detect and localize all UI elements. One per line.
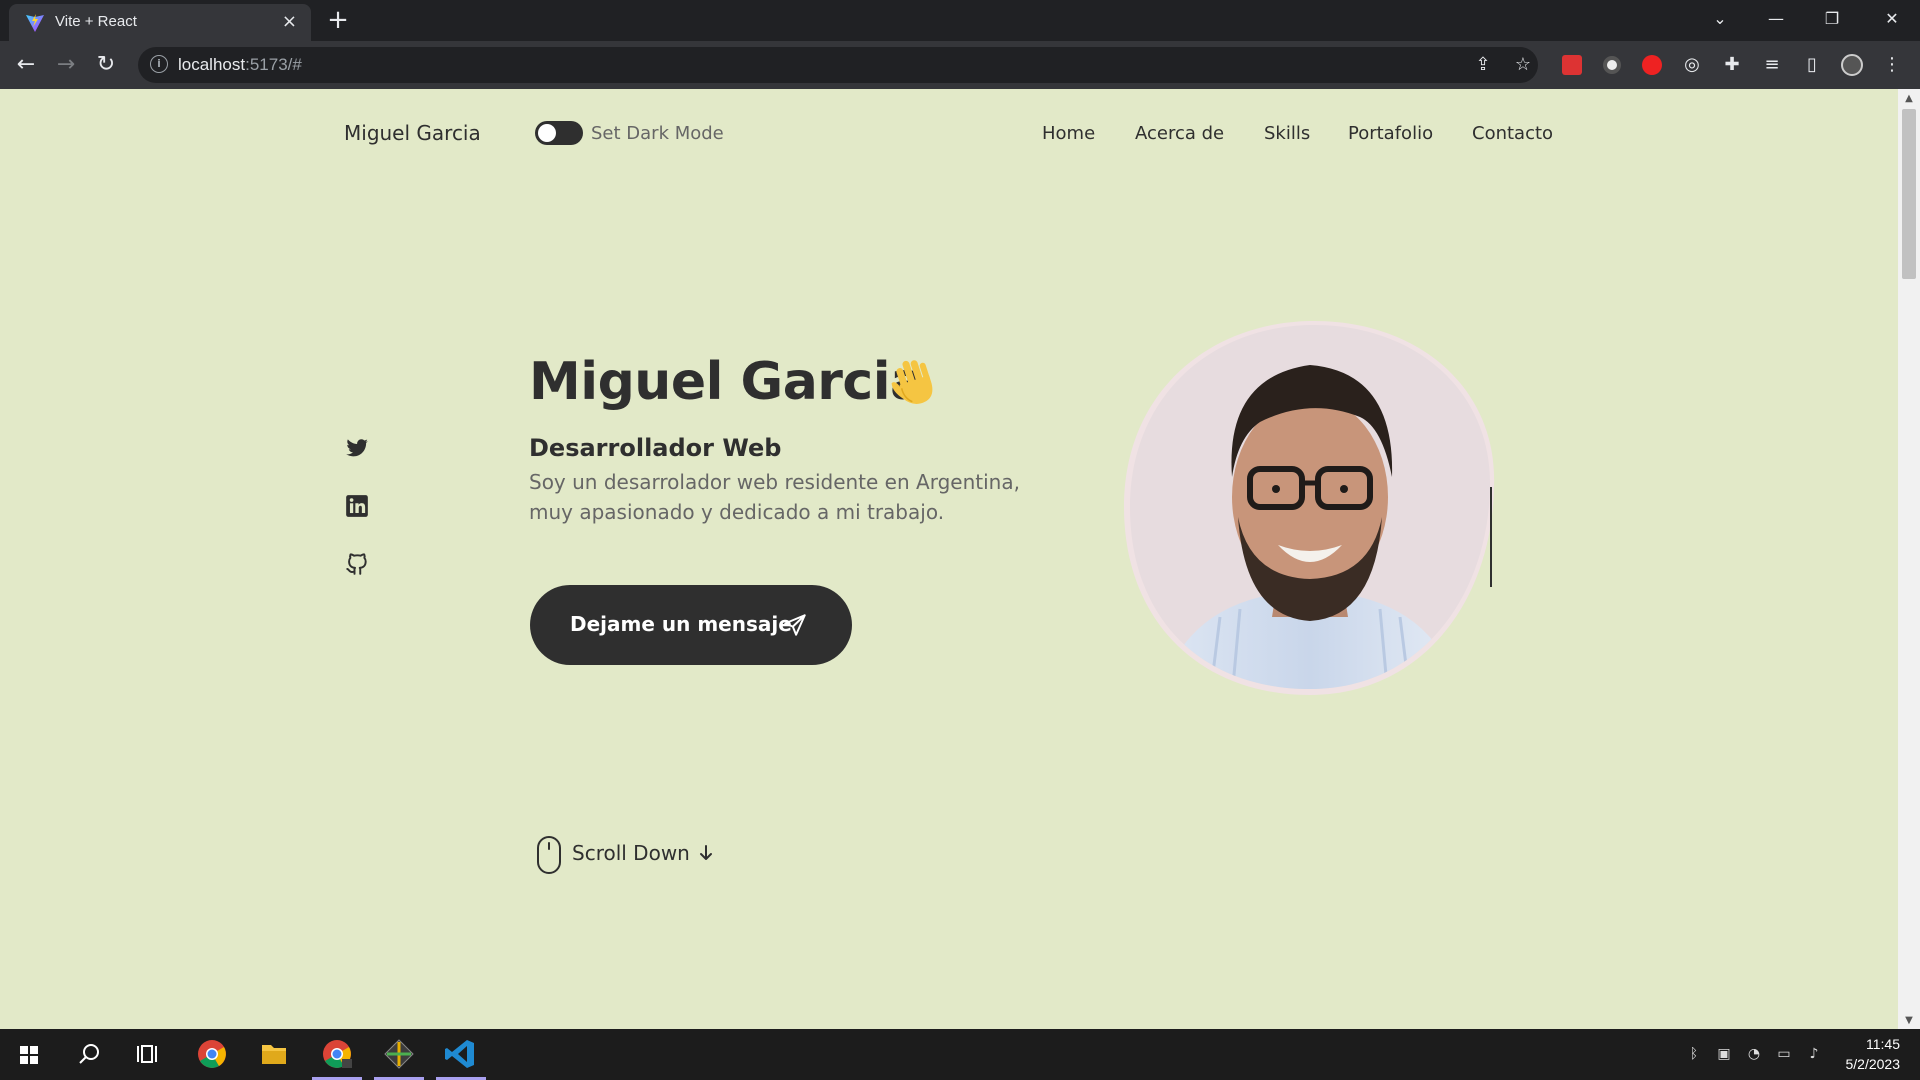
minimize-icon[interactable]: —	[1748, 0, 1804, 41]
github-icon[interactable]	[344, 550, 370, 576]
profile-photo	[1124, 320, 1495, 695]
message-button[interactable]: Dejame un mensaje	[530, 585, 852, 665]
forward-icon[interactable]: →	[52, 51, 80, 79]
taskbar-clock[interactable]: 11:45 5/2/2023	[1846, 1034, 1901, 1074]
scroll-up-arrow-icon[interactable]: ▲	[1903, 93, 1915, 104]
restore-icon[interactable]: ❐	[1804, 0, 1860, 41]
nav-contact[interactable]: Contacto	[1472, 123, 1553, 144]
page: Miguel Garcia Set Dark Mode Home Acerca …	[0, 89, 1898, 1029]
git-icon[interactable]	[370, 1029, 428, 1080]
ext-target-icon[interactable]: ◎	[1680, 53, 1704, 77]
profile-avatar[interactable]	[1840, 53, 1864, 77]
network-icon[interactable]: ◔	[1744, 1046, 1764, 1064]
file-explorer-icon[interactable]	[245, 1029, 303, 1080]
nav-portfolio[interactable]: Portafolio	[1348, 123, 1433, 144]
search-icon[interactable]	[60, 1029, 118, 1080]
hero-role: Desarrollador Web	[529, 434, 782, 462]
clock-time: 11:45	[1866, 1036, 1900, 1052]
nav-home[interactable]: Home	[1042, 123, 1095, 144]
dark-mode-label: Set Dark Mode	[591, 123, 724, 144]
star-icon[interactable]: ☆	[1511, 53, 1535, 77]
mouse-icon[interactable]	[536, 835, 562, 875]
send-icon	[784, 614, 806, 636]
clock-date: 5/2/2023	[1845, 1056, 1901, 1072]
new-tab-button[interactable]: +	[323, 6, 353, 36]
waving-hand-icon	[891, 360, 933, 404]
toggle-knob	[538, 124, 556, 142]
address-bar[interactable]: i localhost:5173/#	[138, 47, 1538, 83]
back-icon[interactable]: ←	[12, 51, 40, 79]
scroll-down-label[interactable]: Scroll Down	[572, 841, 690, 865]
page-scrollbar[interactable]: ▲ ▼	[1898, 89, 1920, 1029]
close-window-icon[interactable]: ✕	[1864, 0, 1920, 41]
twitter-icon[interactable]	[344, 435, 370, 461]
vite-icon	[26, 14, 44, 32]
ext-ring-icon[interactable]	[1600, 53, 1624, 77]
puzzle-icon[interactable]: ✚	[1720, 53, 1744, 77]
menu-icon[interactable]: ⋮	[1880, 53, 1904, 77]
ext-hand-icon[interactable]	[1640, 53, 1664, 77]
arrow-down-icon	[700, 845, 712, 860]
vscode-icon[interactable]	[432, 1029, 490, 1080]
bluetooth-icon[interactable]: ᛒ	[1684, 1046, 1704, 1064]
browser-toolbar: ← → ↻ i localhost:5173/# ⇪ ☆ ◎ ✚ ≡ ▯ ⋮	[0, 41, 1920, 89]
ext-red-icon[interactable]	[1560, 53, 1584, 77]
url-text: localhost:5173/#	[178, 55, 302, 74]
battery-icon[interactable]: ▭	[1774, 1046, 1794, 1064]
tab-close-icon[interactable]: ×	[282, 11, 297, 32]
nav-skills[interactable]: Skills	[1264, 123, 1310, 144]
start-icon[interactable]	[0, 1029, 58, 1080]
hero-name: Miguel Garcia	[529, 352, 925, 412]
hero-description: Soy un desarrolador web residente en Arg…	[529, 470, 1020, 524]
task-view-icon[interactable]	[120, 1029, 178, 1080]
site-logo[interactable]: Miguel Garcia	[344, 121, 481, 145]
share-icon[interactable]: ⇪	[1471, 53, 1495, 77]
site-info-icon[interactable]: i	[150, 55, 168, 73]
chrome-dev-icon[interactable]	[308, 1029, 366, 1080]
linkedin-icon[interactable]	[344, 493, 370, 519]
nav-about[interactable]: Acerca de	[1135, 123, 1224, 144]
browser-tab[interactable]: Vite + React ×	[9, 4, 311, 41]
language-icon[interactable]: ▣	[1714, 1046, 1734, 1064]
message-button-label: Dejame un mensaje	[570, 612, 792, 636]
reload-icon[interactable]: ↻	[92, 51, 120, 79]
scrollbar-thumb[interactable]	[1902, 109, 1916, 279]
sidepanel-icon[interactable]: ▯	[1800, 53, 1824, 77]
media-icon[interactable]: ≡	[1760, 53, 1784, 77]
windows-taskbar: ᛒ ▣ ◔ ▭ ♪ 11:45 5/2/2023	[0, 1029, 1920, 1080]
chrome-icon[interactable]	[183, 1029, 241, 1080]
scroll-down-arrow-icon[interactable]: ▼	[1903, 1015, 1915, 1026]
tab-search-icon[interactable]: ⌄	[1692, 0, 1748, 41]
browser-titlebar: Vite + React × + ⌄ — ❐ ✕	[0, 0, 1920, 41]
volume-icon[interactable]: ♪	[1804, 1046, 1824, 1064]
dark-mode-toggle[interactable]	[535, 121, 583, 145]
tab-title: Vite + React	[55, 13, 137, 30]
